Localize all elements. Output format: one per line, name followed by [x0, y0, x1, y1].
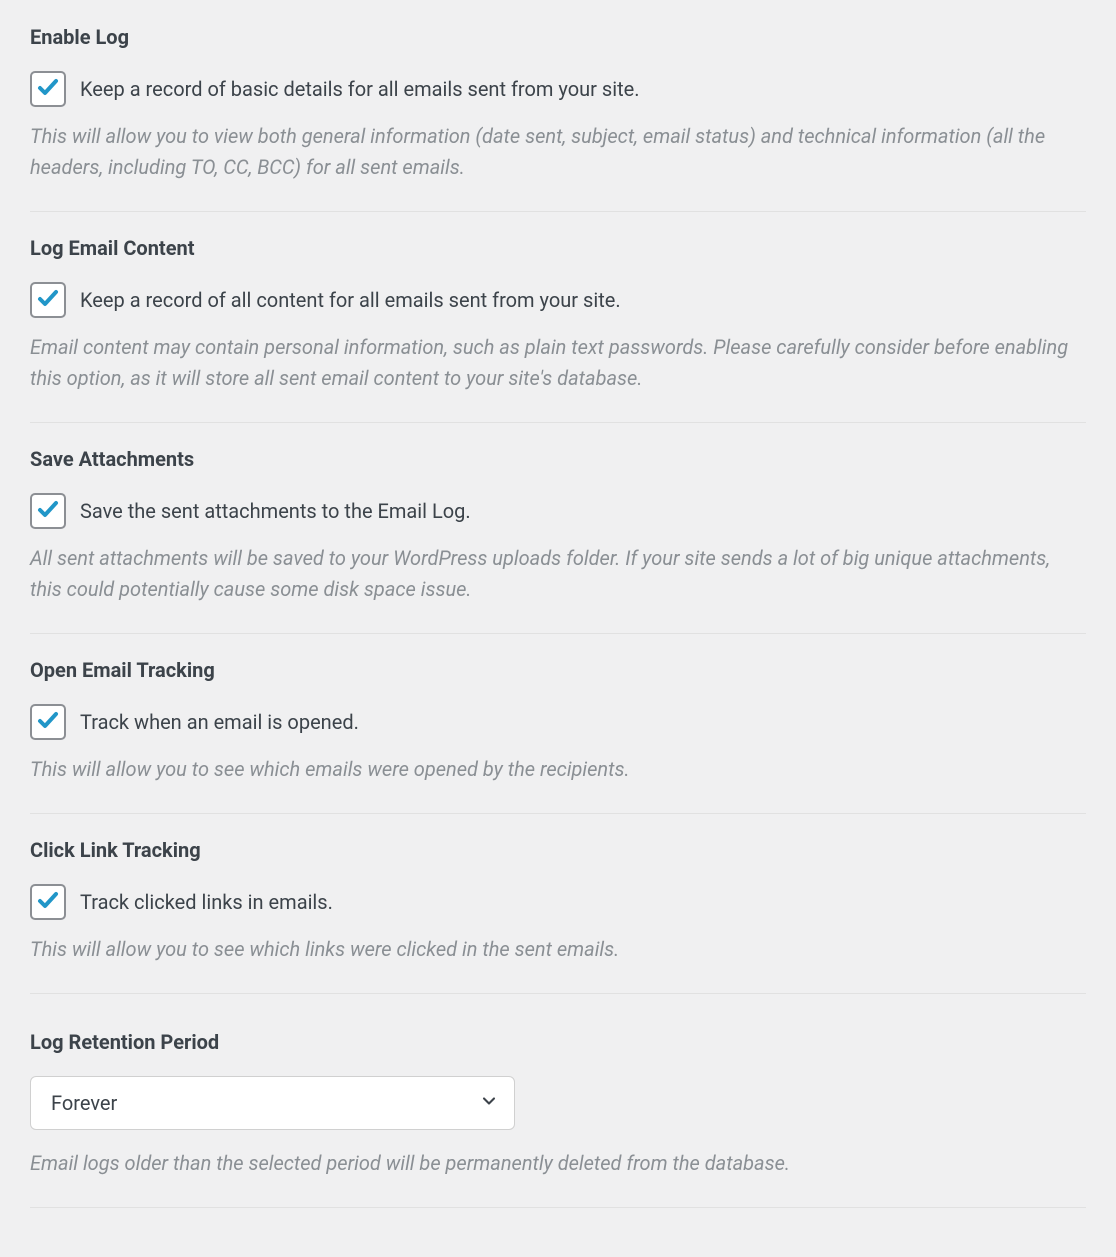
enable-log-checkbox[interactable] [30, 71, 66, 107]
section-click-link-tracking: Click Link Tracking Track clicked links … [30, 838, 1086, 994]
section-description: Email logs older than the selected perio… [30, 1148, 1086, 1179]
section-description: Email content may contain personal infor… [30, 332, 1086, 394]
save-attachments-checkbox[interactable] [30, 493, 66, 529]
section-open-email-tracking: Open Email Tracking Track when an email … [30, 658, 1086, 814]
section-description: This will allow you to see which emails … [30, 754, 1086, 785]
section-description: This will allow you to view both general… [30, 121, 1086, 183]
checkbox-label: Keep a record of basic details for all e… [80, 75, 640, 103]
check-icon [36, 286, 60, 314]
section-title: Log Email Content [30, 236, 1086, 260]
section-title: Click Link Tracking [30, 838, 1086, 862]
section-description: All sent attachments will be saved to yo… [30, 543, 1086, 605]
section-title: Open Email Tracking [30, 658, 1086, 682]
checkbox-label: Keep a record of all content for all ema… [80, 286, 621, 314]
section-title: Save Attachments [30, 447, 1086, 471]
checkbox-row: Keep a record of basic details for all e… [30, 71, 1086, 107]
select-wrapper: Forever [30, 1076, 515, 1130]
check-icon [36, 75, 60, 103]
section-log-retention-period: Log Retention Period Forever Email logs … [30, 1018, 1086, 1208]
section-log-email-content: Log Email Content Keep a record of all c… [30, 236, 1086, 423]
section-description: This will allow you to see which links w… [30, 934, 1086, 965]
section-title: Enable Log [30, 25, 1086, 49]
section-enable-log: Enable Log Keep a record of basic detail… [30, 25, 1086, 212]
checkbox-row: Save the sent attachments to the Email L… [30, 493, 1086, 529]
click-link-tracking-checkbox[interactable] [30, 884, 66, 920]
check-icon [36, 888, 60, 916]
checkbox-label: Save the sent attachments to the Email L… [80, 497, 471, 525]
log-email-content-checkbox[interactable] [30, 282, 66, 318]
checkbox-row: Keep a record of all content for all ema… [30, 282, 1086, 318]
checkbox-row: Track when an email is opened. [30, 704, 1086, 740]
check-icon [36, 708, 60, 736]
open-email-tracking-checkbox[interactable] [30, 704, 66, 740]
section-save-attachments: Save Attachments Save the sent attachmen… [30, 447, 1086, 634]
checkbox-label: Track clicked links in emails. [80, 888, 333, 916]
section-title: Log Retention Period [30, 1030, 1086, 1054]
checkbox-label: Track when an email is opened. [80, 708, 359, 736]
log-retention-select[interactable]: Forever [30, 1076, 515, 1130]
select-value: Forever [51, 1091, 117, 1115]
checkbox-row: Track clicked links in emails. [30, 884, 1086, 920]
check-icon [36, 497, 60, 525]
